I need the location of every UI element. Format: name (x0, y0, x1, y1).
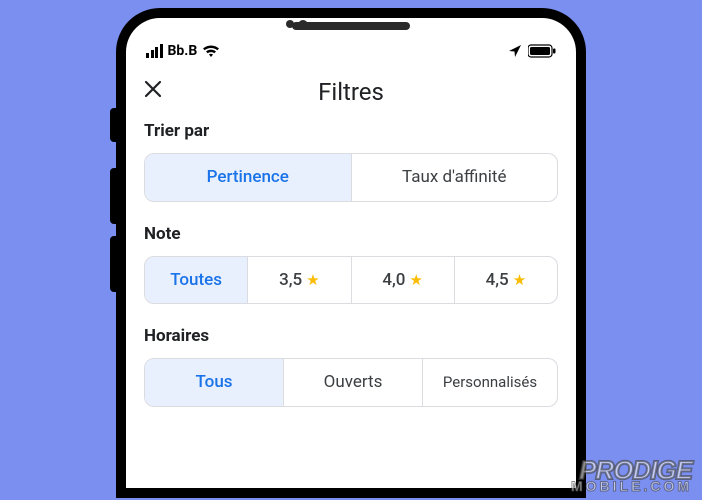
close-button[interactable] (144, 80, 170, 103)
rating-option-4-5[interactable]: 4,5★ (454, 257, 557, 304)
carrier-label: Bb.B (168, 43, 198, 59)
screen: Bb.B Filtres Trier par (126, 18, 576, 488)
sort-option-relevance[interactable]: Pertinence (145, 154, 351, 201)
hours-option-open[interactable]: Ouverts (283, 359, 422, 406)
rating-value: 4,0 (382, 271, 405, 290)
volume-down-button (110, 236, 116, 292)
modal-header: Filtres (126, 66, 576, 113)
wifi-icon (202, 44, 220, 58)
side-button (110, 108, 116, 142)
sort-option-affinity[interactable]: Taux d'affinité (351, 154, 558, 201)
hours-section: Horaires Tous Ouverts Personnalisés (144, 326, 558, 407)
status-bar: Bb.B (126, 40, 576, 66)
signal-icon (146, 44, 163, 58)
hours-option-all[interactable]: Tous (145, 359, 283, 406)
watermark-line2: MOBILE.COM (571, 481, 692, 492)
watermark-line1: PRODIGE (579, 455, 692, 485)
rating-option-4-0[interactable]: 4,0★ (351, 257, 454, 304)
battery-icon (528, 44, 556, 58)
location-icon (508, 44, 522, 58)
rating-option-3-5[interactable]: 3,5★ (247, 257, 350, 304)
close-icon (144, 80, 162, 98)
rating-options: Toutes 3,5★ 4,0★ 4,5★ (144, 256, 558, 305)
page-title: Filtres (126, 78, 576, 106)
star-icon: ★ (306, 272, 319, 289)
notch-speaker (292, 22, 410, 30)
sort-options: Pertinence Taux d'affinité (144, 153, 558, 202)
sort-section: Trier par Pertinence Taux d'affinité (144, 121, 558, 202)
watermark: PRODIGE MOBILE.COM (571, 460, 692, 492)
star-icon: ★ (409, 272, 422, 289)
rating-value: 4,5 (486, 271, 509, 290)
phone-frame: Bb.B Filtres Trier par (116, 8, 586, 498)
hours-label: Horaires (144, 326, 558, 346)
rating-value: 3,5 (279, 271, 302, 290)
hours-option-custom[interactable]: Personnalisés (422, 359, 557, 406)
sort-label: Trier par (144, 121, 558, 141)
rating-section: Note Toutes 3,5★ 4,0★ 4,5★ (144, 224, 558, 305)
rating-option-all[interactable]: Toutes (145, 257, 247, 304)
volume-up-button (110, 168, 116, 224)
hours-options: Tous Ouverts Personnalisés (144, 358, 558, 407)
star-icon: ★ (513, 272, 526, 289)
content: Trier par Pertinence Taux d'affinité Not… (126, 113, 576, 407)
rating-label: Note (144, 224, 558, 244)
